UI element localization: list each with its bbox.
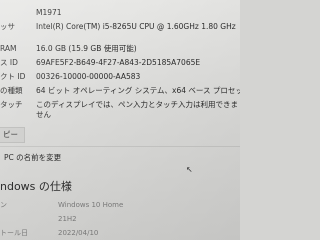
product-id-value: 00326-10000-00000-AA583: [36, 72, 141, 81]
pen-touch-label: タッチ: [0, 100, 23, 109]
device-name-value: M1971: [36, 8, 62, 17]
rename-pc-link[interactable]: PC の名前を変更: [4, 152, 61, 164]
install-date-value: 2022/04/10: [58, 229, 99, 237]
edition-value: Windows 10 Home: [58, 201, 124, 209]
pen-touch-value: このディスプレイでは、ペン入力とタッチ入力は利用できません: [36, 100, 238, 119]
ram-value: 16.0 GB (15.9 GB 使用可能): [36, 44, 137, 53]
copy-button[interactable]: ピー: [0, 127, 25, 143]
version-value: 21H2: [58, 215, 77, 223]
processor-label: ッサ: [0, 22, 15, 31]
divider: [0, 146, 240, 147]
system-type-label: の種類: [0, 86, 23, 95]
device-id-value: 69AFE5F2-B649-4F27-A843-2D5185A7065E: [36, 58, 201, 67]
system-about-page: M1971 ッサ Intel(R) Core(TM) i5-8265U CPU …: [0, 0, 240, 240]
processor-value: Intel(R) Core(TM) i5-8265U CPU @ 1.60GHz…: [36, 22, 236, 31]
ram-label: RAM: [0, 44, 17, 53]
windows-specs-title: ndows の仕様: [0, 180, 72, 193]
product-id-label: クト ID: [0, 72, 26, 81]
system-type-value: 64 ビット オペレーティング システム、x64 ベース プロセッサ: [36, 86, 240, 95]
mouse-pointer-icon: ↖: [186, 165, 193, 174]
install-date-label: トール日: [0, 229, 28, 237]
device-id-label: ス ID: [0, 58, 18, 67]
edition-label: ン: [0, 201, 7, 209]
